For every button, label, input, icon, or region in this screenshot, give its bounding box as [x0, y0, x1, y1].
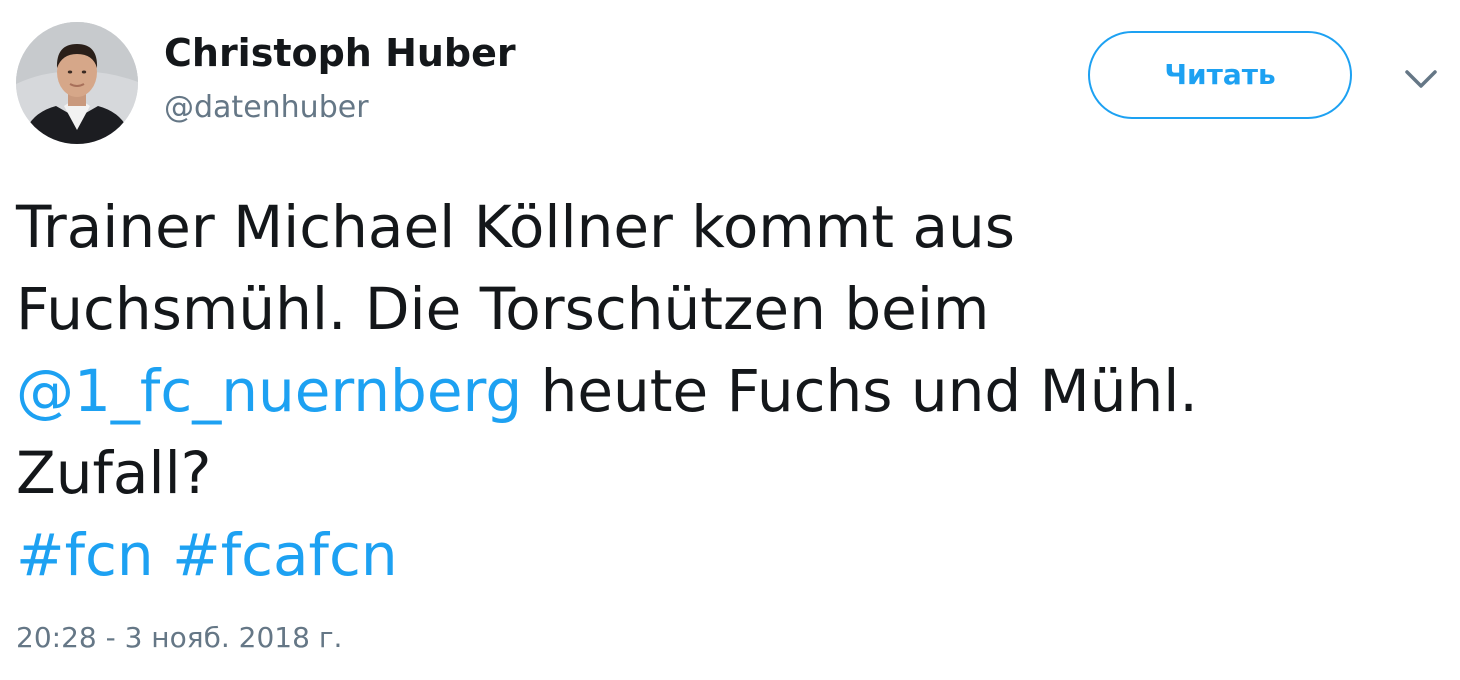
tweet-text-line: Zufall?: [16, 439, 212, 507]
author-screen-name[interactable]: @datenhuber: [164, 88, 369, 128]
tweet-text-line: Fuchsmühl. Die Torschützen beim: [16, 275, 990, 343]
tweet-text-fragment: heute Fuchs und Mühl.: [522, 357, 1198, 425]
hashtag-link[interactable]: #fcn: [16, 521, 154, 589]
hashtag-link[interactable]: #fcafcn: [172, 521, 398, 589]
tweet-text: Trainer Michael Köllner kommt aus Fuchsm…: [16, 186, 1436, 596]
avatar[interactable]: [16, 22, 138, 144]
tweet-text-line: Trainer Michael Köllner kommt aus: [16, 193, 1015, 261]
tweet-timestamp[interactable]: 20:28 - 3 нояб. 2018 г.: [16, 620, 342, 656]
tweet-text-line: @1_fc_nuernberg heute Fuchs und Mühl.: [16, 350, 1436, 432]
author-display-name[interactable]: Christoph Huber: [164, 28, 516, 78]
hashtag-line: #fcn #fcafcn: [16, 514, 1436, 596]
chevron-down-icon[interactable]: [1402, 66, 1440, 96]
follow-button[interactable]: Читать: [1088, 31, 1352, 119]
tweet-card: Christoph Huber @datenhuber Читать Train…: [0, 0, 1460, 680]
mention-link[interactable]: @1_fc_nuernberg: [16, 357, 522, 425]
